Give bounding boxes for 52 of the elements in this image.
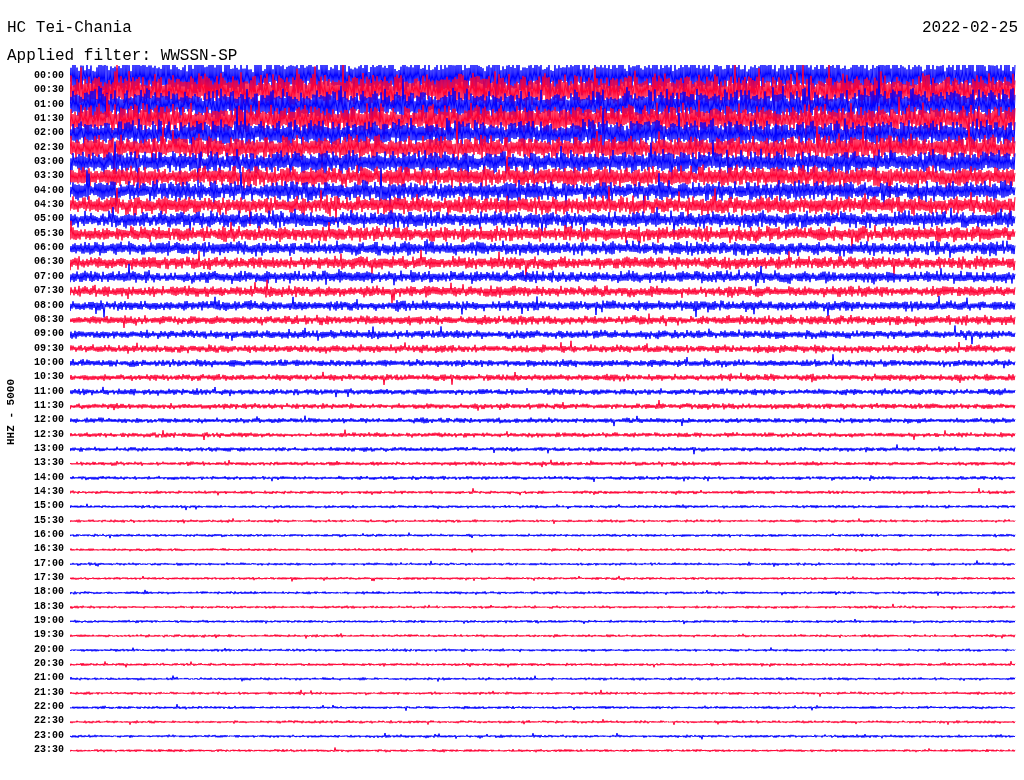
time-label: 10:00 [33, 355, 64, 370]
time-label: 14:30 [33, 484, 64, 499]
time-label: 22:00 [33, 700, 64, 715]
time-label: 01:00 [33, 97, 64, 112]
time-label: 11:30 [33, 398, 64, 413]
time-label: 21:00 [33, 671, 64, 686]
axis-label: HHZ - 5000 [5, 379, 17, 446]
time-label: 04:30 [33, 198, 64, 213]
time-label: 07:30 [33, 284, 64, 299]
time-label: 05:00 [33, 212, 64, 227]
time-label: 14:00 [33, 470, 64, 485]
time-label: 18:30 [33, 599, 64, 614]
time-label: 17:30 [33, 571, 64, 586]
time-label: 13:00 [33, 441, 64, 456]
time-label: 01:30 [33, 112, 64, 127]
time-label: 16:30 [33, 542, 64, 557]
date-label: 2022-02-25 [922, 18, 1018, 38]
time-label: 06:30 [33, 255, 64, 270]
time-label: 08:30 [33, 312, 64, 327]
time-label: 07:00 [33, 269, 64, 284]
time-label: 23:00 [33, 728, 64, 743]
time-label: 12:00 [33, 413, 64, 428]
time-label: 00:00 [33, 69, 64, 83]
time-label: 18:00 [33, 585, 64, 600]
filter-label: Applied filter: WWSSN-SP [7, 46, 239, 66]
time-label: 09:30 [33, 341, 64, 356]
time-label: 03:30 [33, 169, 64, 184]
time-label: 09:00 [33, 327, 64, 342]
time-label: 06:00 [33, 241, 64, 256]
time-label: 08:00 [33, 298, 64, 313]
time-label: 13:30 [33, 456, 64, 471]
time-label: 19:30 [33, 628, 64, 643]
time-label: 17:00 [33, 556, 64, 571]
time-label: 02:00 [33, 126, 64, 141]
time-label: 10:30 [33, 370, 64, 385]
station-title: HC Tei-Chania [7, 18, 132, 38]
time-label: 11:00 [33, 384, 64, 399]
time-label: 20:30 [33, 657, 64, 672]
time-label: 23:30 [33, 743, 64, 758]
time-label: 04:00 [33, 183, 64, 198]
time-label: 21:30 [33, 685, 64, 700]
time-label: 00:30 [33, 83, 64, 98]
time-label: 19:00 [33, 614, 64, 629]
time-label: 15:30 [33, 513, 64, 528]
time-label: 05:30 [33, 226, 64, 241]
time-label: 20:00 [33, 642, 64, 657]
time-label: 16:00 [33, 528, 64, 542]
time-label: 03:00 [33, 155, 64, 170]
time-label: 02:30 [33, 140, 64, 155]
time-label: 12:30 [33, 427, 64, 442]
time-label: 15:00 [33, 499, 64, 514]
time-label: 22:30 [33, 714, 64, 729]
